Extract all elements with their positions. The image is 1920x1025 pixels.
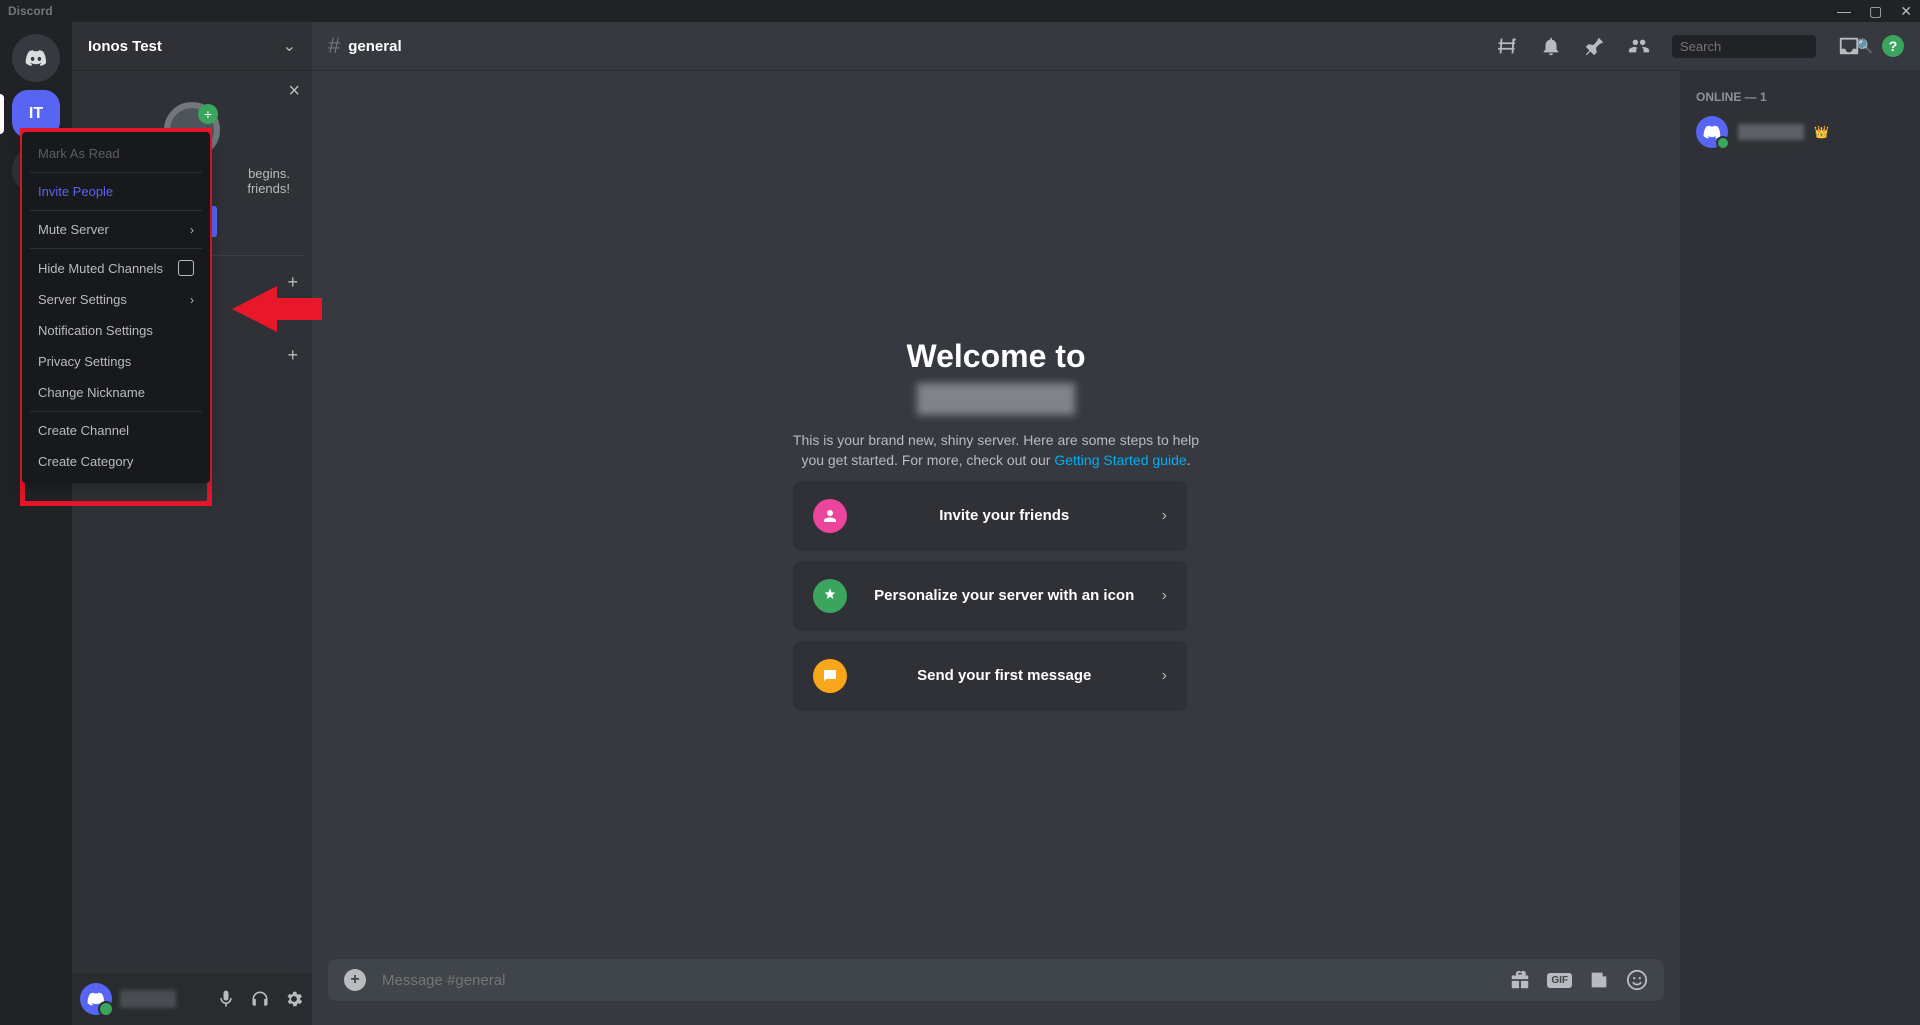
ctx-privacy-settings[interactable]: Privacy Settings (30, 346, 202, 377)
close-icon[interactable]: × (288, 80, 300, 103)
user-panel (72, 973, 312, 1025)
member-row[interactable]: 👑 (1696, 112, 1912, 152)
attach-button[interactable]: + (344, 969, 366, 991)
channel-name: general (348, 38, 401, 55)
window-close-icon[interactable]: ✕ (1900, 3, 1912, 20)
server-icon-active[interactable]: IT (12, 90, 60, 138)
channel-header: # general 🔍 ? (312, 22, 1920, 70)
gif-button[interactable]: GIF (1547, 973, 1572, 988)
add-channel-icon[interactable]: + (287, 345, 298, 366)
members-heading: ONLINE — 1 (1696, 90, 1912, 104)
add-channel-icon[interactable]: + (287, 272, 298, 293)
window-titlebar: Discord — ▢ ✕ (0, 0, 1920, 22)
ctx-invite-people[interactable]: Invite People (30, 176, 202, 207)
emoji-icon[interactable] (1626, 969, 1648, 991)
member-name-redacted (1738, 124, 1804, 140)
member-list: ONLINE — 1 👑 (1680, 70, 1920, 1025)
ctx-notification-settings[interactable]: Notification Settings (30, 315, 202, 346)
ctx-mark-as-read: Mark As Read (30, 138, 202, 169)
message-icon (813, 659, 847, 693)
search-input[interactable] (1680, 39, 1856, 54)
ctx-create-channel[interactable]: Create Channel (30, 415, 202, 446)
headphones-icon[interactable] (250, 989, 270, 1009)
self-username-redacted (120, 990, 176, 1008)
chevron-right-icon: › (1162, 587, 1167, 605)
checkbox-icon (178, 260, 194, 276)
mic-icon[interactable] (216, 989, 236, 1009)
members-icon[interactable] (1628, 35, 1650, 57)
gear-icon[interactable] (284, 989, 304, 1009)
pin-icon[interactable] (1584, 35, 1606, 57)
threads-icon[interactable] (1496, 35, 1518, 57)
chat-area: Welcome to This is your brand new, shiny… (312, 70, 1680, 1025)
chat-input: + GIF (328, 959, 1664, 1001)
welcome-server-name-redacted (917, 383, 1075, 415)
action-personalize-server[interactable]: Personalize your server with an icon › (793, 561, 1187, 631)
ctx-hide-muted-channels[interactable]: Hide Muted Channels (30, 252, 202, 284)
chevron-right-icon: › (1162, 667, 1167, 685)
self-avatar[interactable] (80, 983, 112, 1015)
home-button[interactable] (12, 34, 60, 82)
message-input[interactable] (382, 972, 1493, 989)
bell-icon[interactable] (1540, 35, 1562, 57)
chevron-right-icon: › (190, 293, 194, 307)
crown-icon: 👑 (1814, 125, 1829, 139)
ctx-mute-server[interactable]: Mute Server› (30, 214, 202, 245)
gift-icon[interactable] (1509, 969, 1531, 991)
server-name: Ionos Test (88, 38, 162, 55)
welcome-block: Welcome to This is your brand new, shiny… (793, 338, 1199, 710)
window-minimize-icon[interactable]: — (1837, 3, 1851, 20)
welcome-description: This is your brand new, shiny server. He… (793, 431, 1199, 470)
ctx-server-settings[interactable]: Server Settings› (30, 284, 202, 315)
chevron-right-icon: › (1162, 507, 1167, 525)
action-send-first-message[interactable]: Send your first message › (793, 641, 1187, 711)
chevron-down-icon: ⌄ (283, 36, 296, 56)
sticker-icon[interactable] (1588, 969, 1610, 991)
window-maximize-icon[interactable]: ▢ (1869, 3, 1882, 20)
server-initials: IT (29, 105, 43, 123)
server-header[interactable]: Ionos Test ⌄ (72, 22, 312, 70)
discord-logo-icon (87, 992, 105, 1006)
getting-started-link[interactable]: Getting Started guide (1054, 452, 1186, 468)
welcome-title: Welcome to (793, 338, 1199, 375)
invite-icon (813, 499, 847, 533)
app-title: Discord (8, 4, 53, 18)
inbox-icon[interactable] (1838, 35, 1860, 57)
discord-logo-icon (1703, 125, 1721, 139)
ctx-create-category[interactable]: Create Category (30, 446, 202, 477)
main-content: # general 🔍 ? Welcome to (312, 22, 1920, 1025)
chevron-right-icon: › (190, 223, 194, 237)
server-context-menu: Mark As Read Invite People Mute Server› … (22, 132, 210, 483)
search-box[interactable]: 🔍 (1672, 35, 1816, 58)
personalize-icon (813, 579, 847, 613)
discord-logo-icon (25, 47, 47, 69)
plus-badge-icon: + (198, 104, 218, 124)
help-button[interactable]: ? (1882, 35, 1904, 57)
member-avatar (1696, 116, 1728, 148)
action-invite-friends[interactable]: Invite your friends › (793, 481, 1187, 551)
hash-icon: # (328, 33, 340, 59)
ctx-change-nickname[interactable]: Change Nickname (30, 377, 202, 408)
